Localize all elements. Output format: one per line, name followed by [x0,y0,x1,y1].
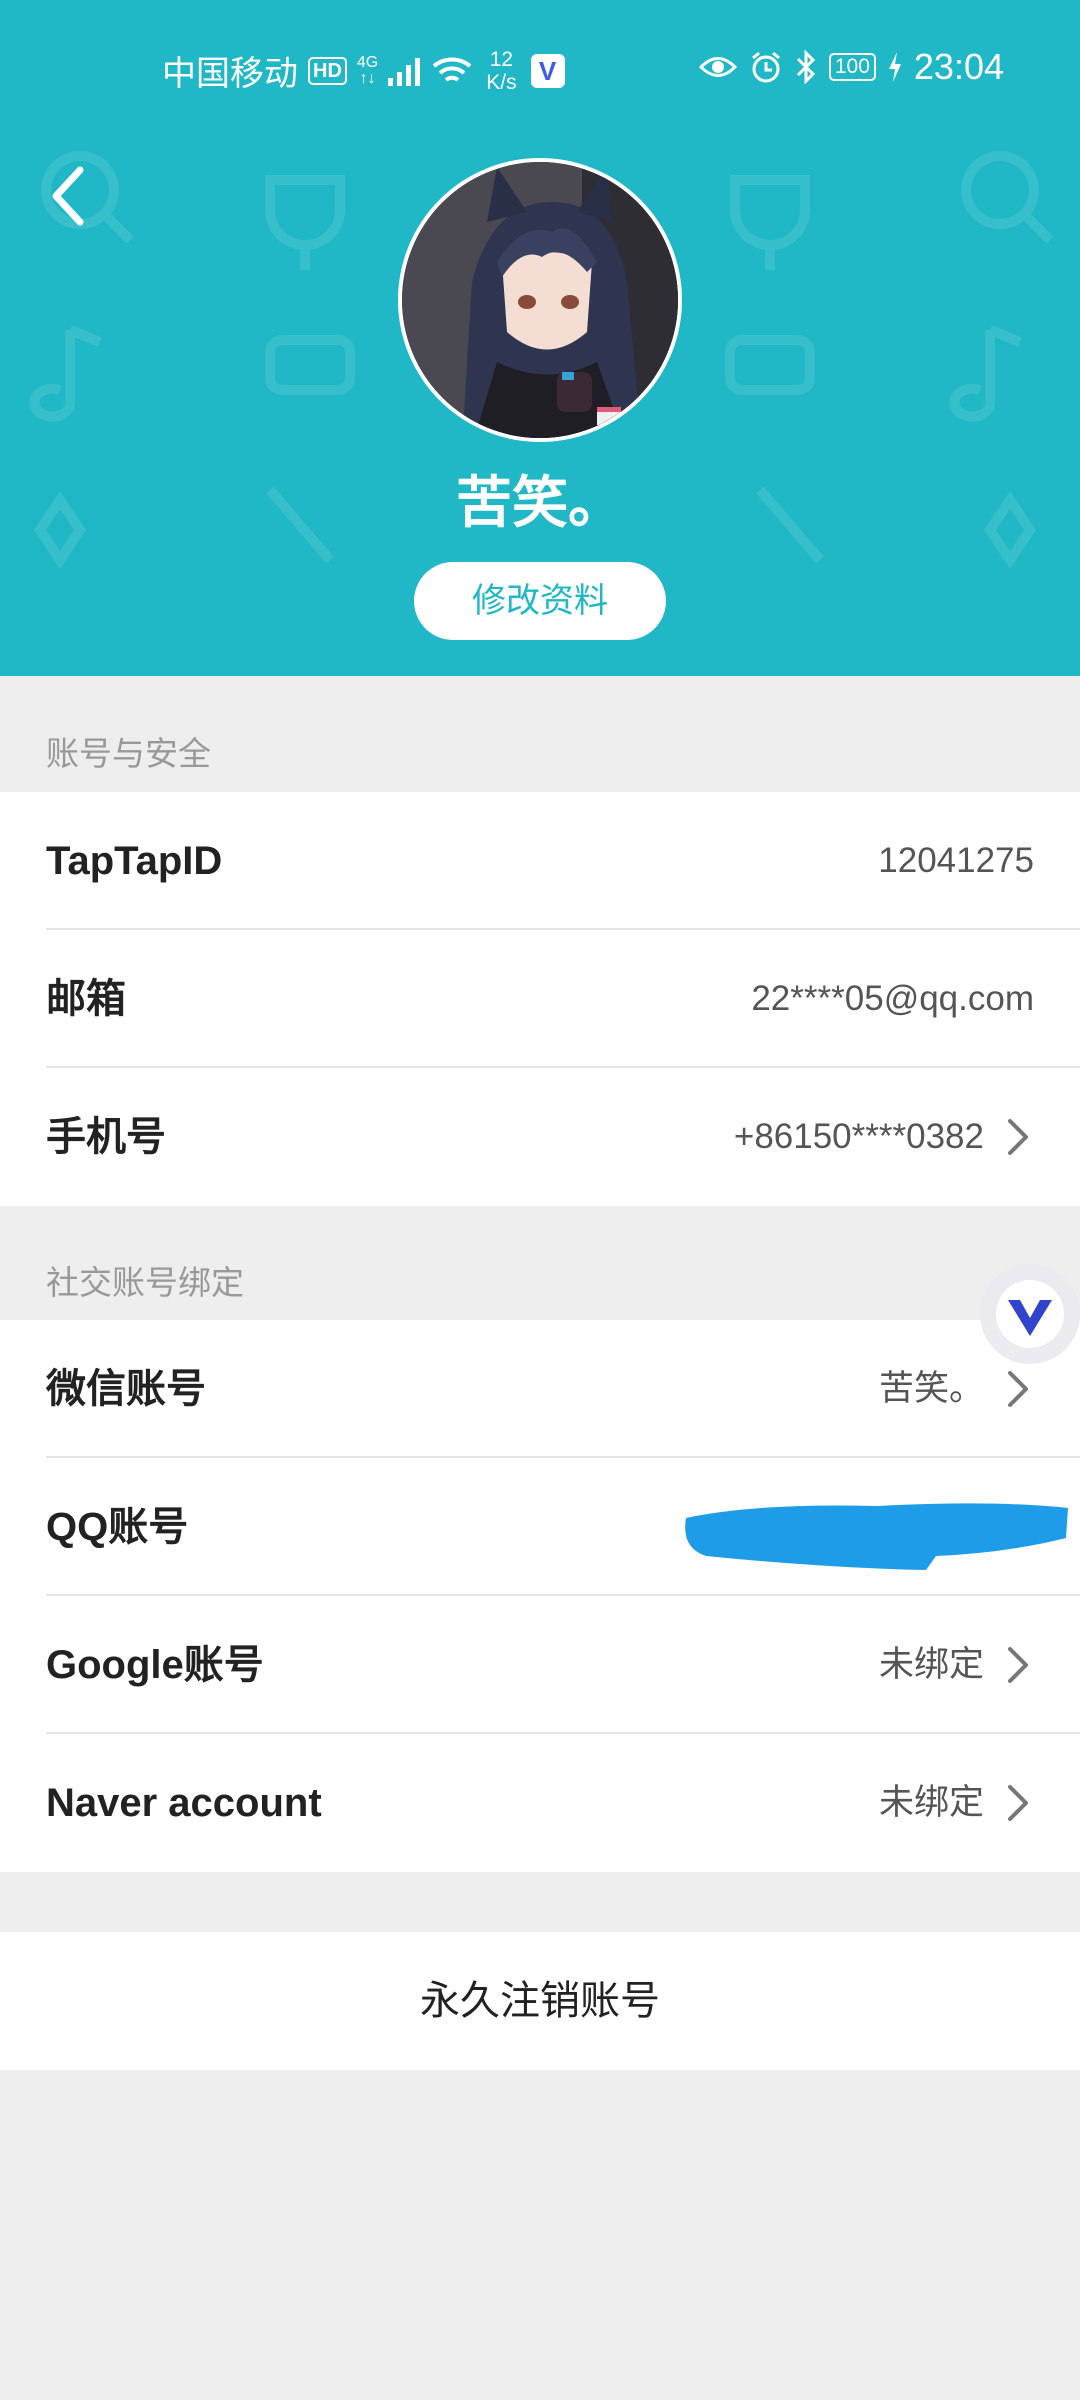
row-google[interactable]: Google账号 未绑定 [0,1596,1080,1734]
username: 苦笑。 [456,471,624,534]
chevron-right-icon [1008,1647,1028,1683]
alarm-icon [751,51,780,83]
row-taptap-id: TapTapID 12041275 [0,792,1080,930]
network-type: 4G ↑↓ [356,53,379,87]
row-value: 未绑定 [878,1783,984,1822]
network-speed: 12 K/s [486,47,517,94]
floating-assistant-icon[interactable] [980,1264,1080,1364]
chevron-right-icon [1008,1371,1028,1407]
chevron-right-icon [1008,1785,1028,1821]
row-label: QQ账号 [46,1505,189,1549]
redaction-scribble [685,1503,1068,1570]
section-title-account-security: 账号与安全 [46,735,211,772]
delete-account-button[interactable]: 永久注销账号 [0,1932,1080,2070]
profile-header: 中国移动 HD 4G ↑↓ 12 K/s V 100 23:04 苦笑。 修改资… [0,0,1080,676]
row-qq[interactable]: QQ账号 [0,1458,1080,1596]
row-value: +86150****0382 [733,1117,984,1156]
row-phone[interactable]: 手机号 +86150****0382 [0,1068,1080,1206]
row-label: 邮箱 [46,977,126,1021]
signal-icon [388,57,421,86]
row-label: TapTapID [46,839,223,883]
wifi-icon [432,57,472,82]
row-label: 微信账号 [46,1367,206,1411]
bluetooth-icon [796,50,815,84]
status-bar: 中国移动 HD 4G ↑↓ 12 K/s V 100 23:04 [0,38,1080,98]
row-value: 苦笑。 [878,1369,984,1408]
eye-icon [698,57,737,77]
row-value: 22****05@qq.com [751,979,1034,1018]
battery-indicator: 100 [828,53,876,81]
row-label: 手机号 [46,1115,166,1159]
chevron-right-icon [1008,1119,1028,1155]
edit-profile-button[interactable]: 修改资料 [414,562,666,640]
row-email: 邮箱 22****05@qq.com [0,930,1080,1068]
v-app-icon: V [530,53,565,88]
avatar[interactable] [398,158,682,442]
row-naver[interactable]: Naver account 未绑定 [0,1734,1080,1872]
hd-badge: HD [308,56,347,85]
row-label: Google账号 [46,1643,264,1687]
back-button[interactable] [40,160,100,232]
row-value: 12041275 [878,841,1034,880]
row-label: Naver account [46,1781,322,1825]
social-binding-group: 微信账号 苦笑。 QQ账号 Google账号 未绑定 Naver account… [0,1320,1080,1872]
account-security-group: TapTapID 12041275 邮箱 22****05@qq.com 手机号… [0,792,1080,1206]
clock: 23:04 [913,46,1004,87]
charging-icon [888,52,901,82]
carrier-label: 中国移动 [162,55,298,93]
avatar-image [402,162,678,438]
section-title-social-binding: 社交账号绑定 [46,1264,244,1301]
row-value: 未绑定 [878,1645,984,1684]
row-wechat[interactable]: 微信账号 苦笑。 [0,1320,1080,1458]
